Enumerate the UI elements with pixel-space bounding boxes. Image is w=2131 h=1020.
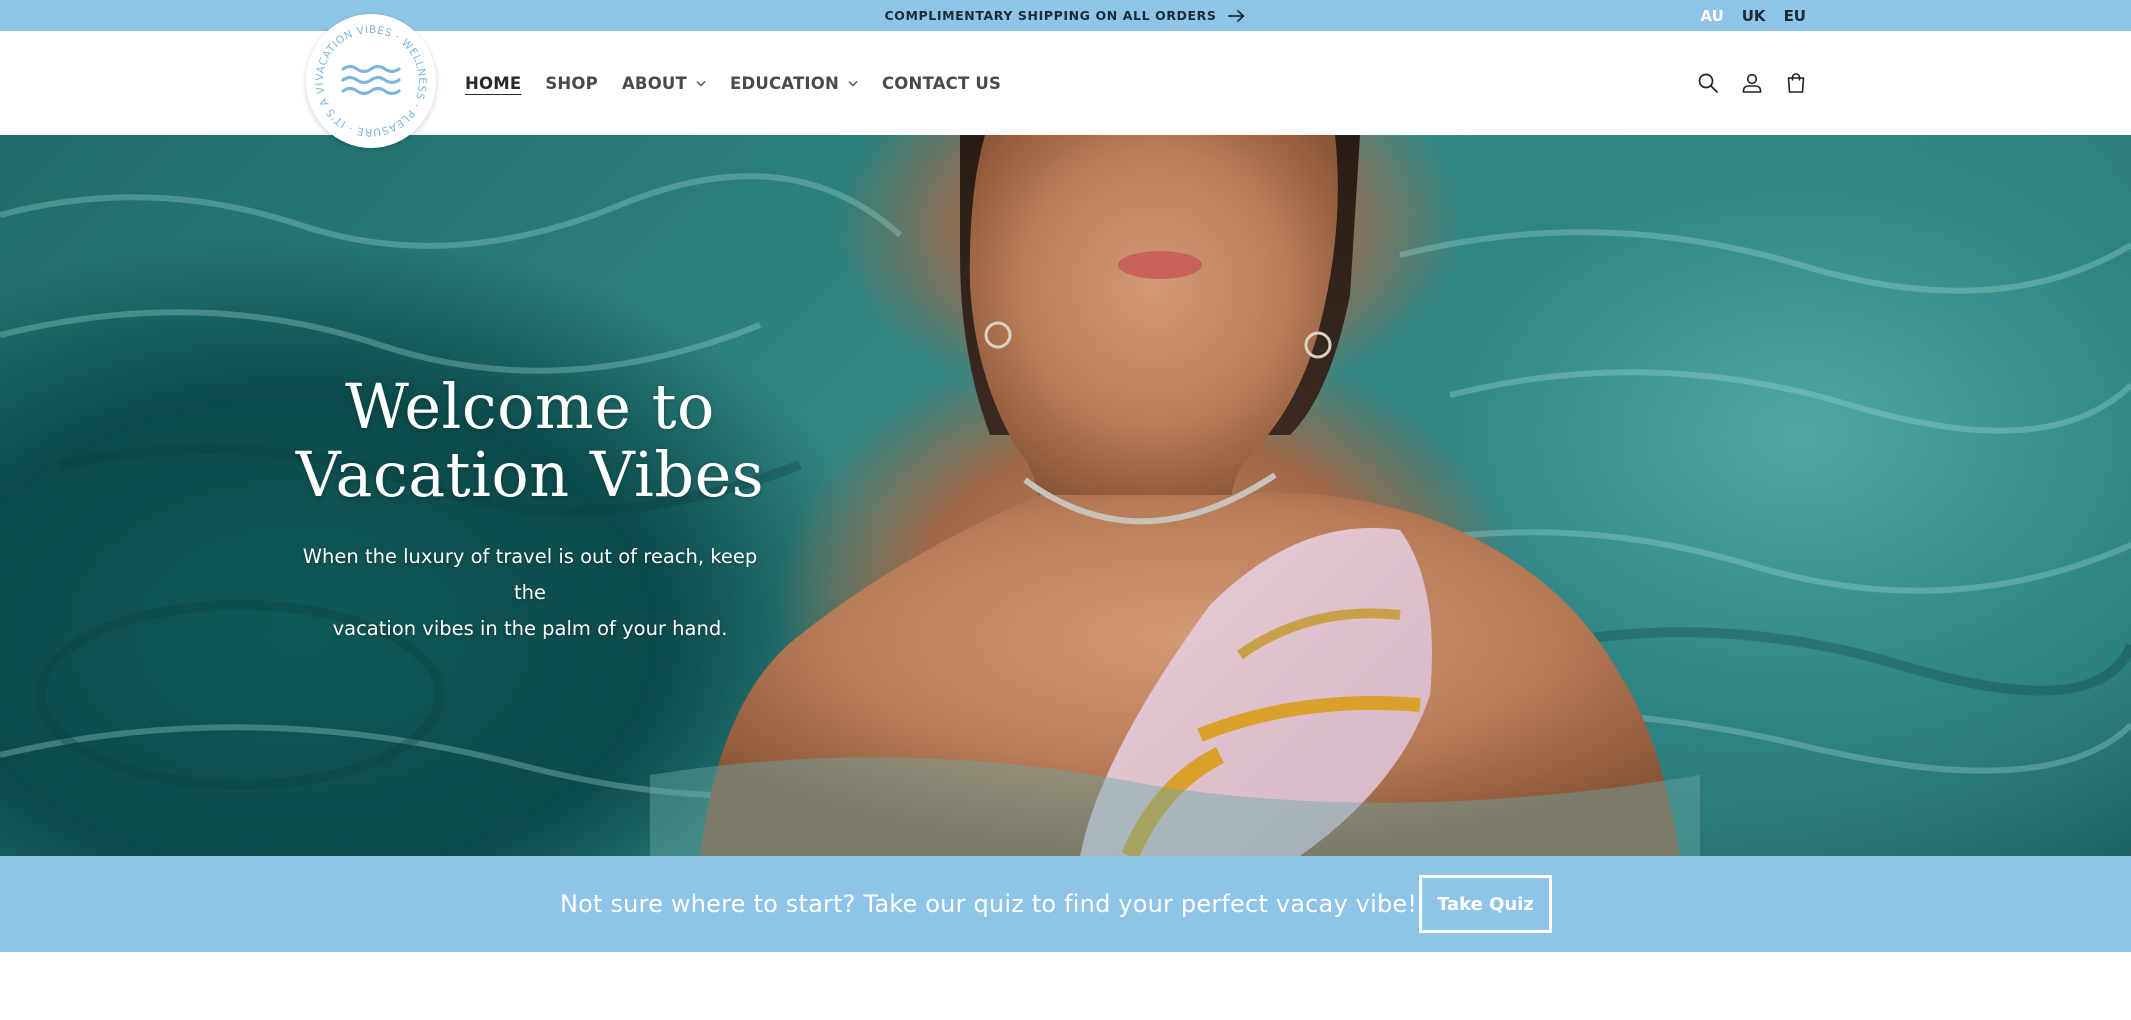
region-uk[interactable]: UK	[1742, 7, 1766, 25]
hero-subtitle-line: vacation vibes in the palm of your hand.	[332, 617, 728, 640]
quiz-prompt: Not sure where to start? Take our quiz t…	[560, 890, 1418, 918]
arrow-right-icon	[1228, 9, 1245, 22]
take-quiz-button[interactable]: Take Quiz	[1419, 875, 1552, 933]
nav-item-label: SHOP	[545, 73, 598, 93]
announcement-link[interactable]: COMPLIMENTARY SHIPPING ON ALL ORDERS	[885, 8, 1247, 23]
main-nav: HOME SHOP ABOUT EDUCATION CONTACT US	[465, 31, 1001, 135]
nav-item-label: EDUCATION	[729, 73, 839, 93]
region-selector: AU UK EU	[1700, 0, 1806, 31]
chevron-down-icon	[696, 80, 706, 86]
hero-title-line: Vacation Vibes	[295, 438, 765, 511]
account-icon[interactable]	[1740, 71, 1764, 95]
nav-item-contact-us[interactable]: CONTACT US	[882, 74, 1001, 93]
waves-icon	[341, 64, 401, 96]
cart-icon[interactable]	[1784, 71, 1808, 95]
chevron-down-icon	[848, 80, 858, 86]
brand-logo[interactable]: VACATION VIBES · WELLNESS · PLEASURE · I…	[306, 14, 436, 148]
quiz-banner: Not sure where to start? Take our quiz t…	[0, 856, 2131, 952]
search-icon[interactable]	[1696, 71, 1720, 95]
announcement-text: COMPLIMENTARY SHIPPING ON ALL ORDERS	[884, 8, 1217, 23]
nav-item-label: CONTACT US	[881, 73, 1002, 93]
nav-item-shop[interactable]: SHOP	[545, 74, 598, 93]
hero-title-line: Welcome to	[345, 370, 715, 443]
region-eu[interactable]: EU	[1784, 7, 1806, 25]
logo-ring-text: VACATION VIBES · WELLNESS · PLEASURE · I…	[306, 14, 428, 138]
hero-subtitle: When the luxury of travel is out of reac…	[290, 539, 770, 647]
hero-banner: Welcome to Vacation Vibes When the luxur…	[0, 135, 2131, 856]
nav-item-label: ABOUT	[621, 73, 687, 93]
hero-title: Welcome to Vacation Vibes	[290, 373, 770, 509]
nav-item-label: HOME	[465, 73, 522, 93]
logo-badge: VACATION VIBES · WELLNESS · PLEASURE · I…	[306, 14, 428, 138]
region-au[interactable]: AU	[1700, 7, 1723, 25]
header-actions	[1696, 31, 1808, 135]
hero-subtitle-line: When the luxury of travel is out of reac…	[302, 545, 758, 604]
nav-item-education[interactable]: EDUCATION	[730, 74, 858, 93]
nav-item-about[interactable]: ABOUT	[622, 74, 706, 93]
nav-item-home[interactable]: HOME	[465, 74, 521, 93]
hero-content: Welcome to Vacation Vibes When the luxur…	[290, 373, 770, 647]
